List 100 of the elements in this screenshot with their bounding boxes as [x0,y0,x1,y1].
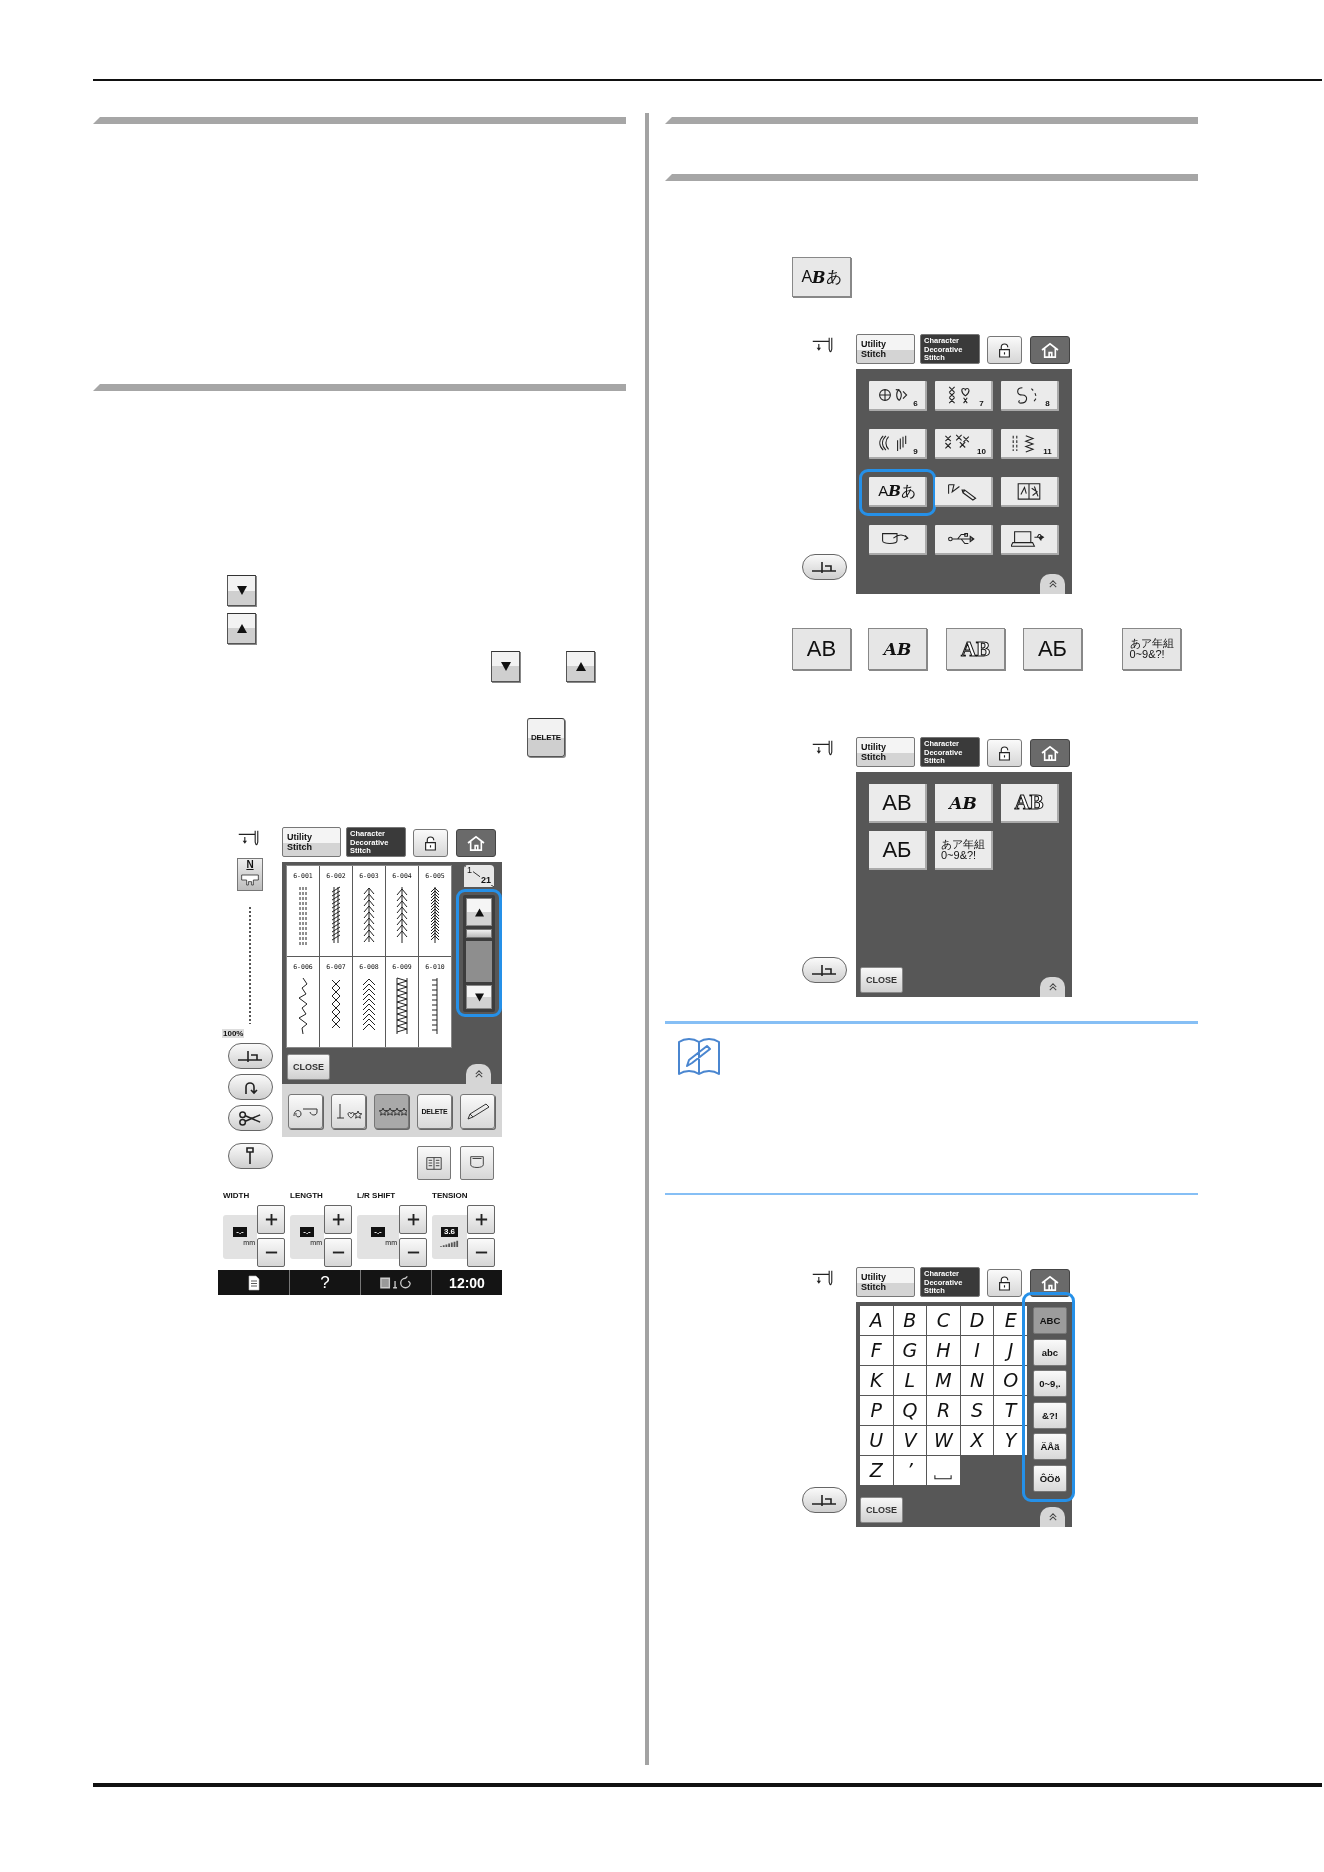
scroll-up-button[interactable] [466,898,492,926]
decrease-button[interactable] [257,1238,285,1267]
reverse-button[interactable] [227,1074,273,1100]
presser-foot-button[interactable] [801,1487,847,1513]
expand-tab[interactable] [1040,977,1065,997]
stitch-tab[interactable]: Utility Stitch [282,827,341,857]
scroll-down-button[interactable] [491,651,520,682]
character-set-button[interactable]: abc [1032,1338,1067,1366]
font-button[interactable]: あア年組 0~9&?! [1122,628,1181,670]
lock-button[interactable] [987,1269,1022,1297]
stitch-tab[interactable]: Utility Stitch [856,334,915,364]
tool-button[interactable] [331,1094,366,1129]
letter-key[interactable]: U [860,1426,893,1455]
category-button[interactable]: 10 [935,429,993,459]
category-button[interactable] [869,525,927,555]
lock-button[interactable] [413,829,448,857]
letter-key[interactable]: W [927,1426,960,1455]
font-button[interactable]: АБ [869,831,927,870]
close-button[interactable]: CLOSE [860,1497,903,1523]
letter-key[interactable]: R [927,1396,960,1425]
letter-key[interactable]: ’ [893,1456,927,1485]
letter-key[interactable]: D [960,1306,994,1335]
letter-key[interactable]: S [960,1396,994,1425]
letter-key[interactable]: H [927,1336,960,1365]
increase-button[interactable] [324,1205,352,1234]
expand-tab[interactable] [1040,574,1065,594]
thread-cut-button[interactable] [227,1105,273,1131]
letter-key[interactable]: N [960,1366,994,1395]
letter-key[interactable]: G [893,1336,927,1365]
scroll-down-button[interactable] [227,575,256,606]
home-button[interactable] [1030,1269,1070,1297]
character-set-button[interactable]: ÔÖö [1032,1464,1067,1492]
letter-key[interactable]: Q [893,1396,927,1425]
presser-foot-button[interactable] [801,554,847,580]
scroll-down-button[interactable] [466,985,492,1009]
letter-key[interactable]: I [960,1336,994,1365]
category-button[interactable] [1001,477,1059,507]
scroll-up-button[interactable] [566,651,595,682]
tool-button[interactable] [374,1094,409,1129]
letter-key[interactable]: L [893,1366,927,1395]
home-button[interactable] [1030,739,1070,767]
category-button[interactable]: ABあ [869,477,927,507]
presser-foot-button[interactable] [227,1043,273,1069]
scroll-thumb[interactable] [466,929,492,938]
category-button[interactable] [935,525,993,555]
letter-key[interactable]: X [960,1426,994,1455]
category-button[interactable]: 9 [869,429,927,459]
font-button[interactable]: АБ [1023,628,1082,670]
category-button[interactable]: 11 [1001,429,1059,459]
character-set-button[interactable]: 0~9,. [1032,1370,1067,1397]
tool-button[interactable] [460,1094,495,1129]
icon-button[interactable] [460,1146,494,1180]
category-button[interactable]: 6 [869,381,927,411]
close-button[interactable]: CLOSE [287,1054,330,1080]
stitch-tab[interactable]: Utility Stitch [856,1267,915,1297]
category-button[interactable]: 7 [935,381,993,411]
icon-button[interactable] [417,1146,451,1180]
tool-button[interactable] [288,1094,323,1129]
expand-tab[interactable] [1040,1507,1065,1527]
font-button[interactable]: あア年組 0~9&?! [935,831,993,870]
letter-key[interactable]: A [860,1306,893,1335]
character-set-button[interactable]: ABC [1032,1307,1067,1334]
font-button[interactable]: AB [935,784,993,823]
increase-button[interactable] [257,1205,285,1234]
font-button[interactable]: AB [868,628,927,670]
letter-key[interactable]: P [860,1396,893,1425]
letter-key[interactable]: C [927,1306,960,1335]
home-button[interactable] [456,829,496,857]
font-button[interactable]: AB [869,784,927,823]
home-button[interactable] [1030,336,1070,364]
letter-key[interactable]: Z [860,1456,893,1485]
close-button[interactable]: CLOSE [860,967,903,993]
decrease-button[interactable] [324,1238,352,1267]
letter-key[interactable]: K [860,1366,893,1395]
character-set-button[interactable]: &?! [1032,1401,1067,1429]
letter-key[interactable]: F [860,1336,893,1365]
font-button[interactable]: AB [792,628,851,670]
letter-key[interactable]: M [927,1366,960,1395]
increase-button[interactable] [467,1205,495,1234]
space-key[interactable] [927,1456,960,1485]
category-button[interactable]: 8 [1001,381,1059,411]
character-set-button[interactable]: ÄÅä [1032,1433,1067,1460]
category-button[interactable] [935,477,993,507]
scroll-up-button[interactable] [227,613,256,644]
decrease-button[interactable] [399,1238,427,1267]
letter-key[interactable]: B [893,1306,927,1335]
needle-position-button[interactable] [227,1143,273,1169]
scroll-track[interactable] [466,941,492,982]
category-button[interactable] [1001,525,1059,555]
expand-tab[interactable] [466,1064,491,1084]
document-icon[interactable] [247,1274,260,1291]
lock-button[interactable] [987,336,1022,364]
decrease-button[interactable] [467,1238,495,1267]
increase-button[interactable] [399,1205,427,1234]
machine-settings-icon[interactable] [379,1274,413,1291]
presser-foot-button[interactable] [801,957,847,983]
letter-key[interactable]: V [893,1426,927,1455]
character-button[interactable]: ABあ [792,257,851,297]
delete-button[interactable]: DELETE [527,718,565,757]
stitch-tab[interactable]: Utility Stitch [856,737,915,767]
